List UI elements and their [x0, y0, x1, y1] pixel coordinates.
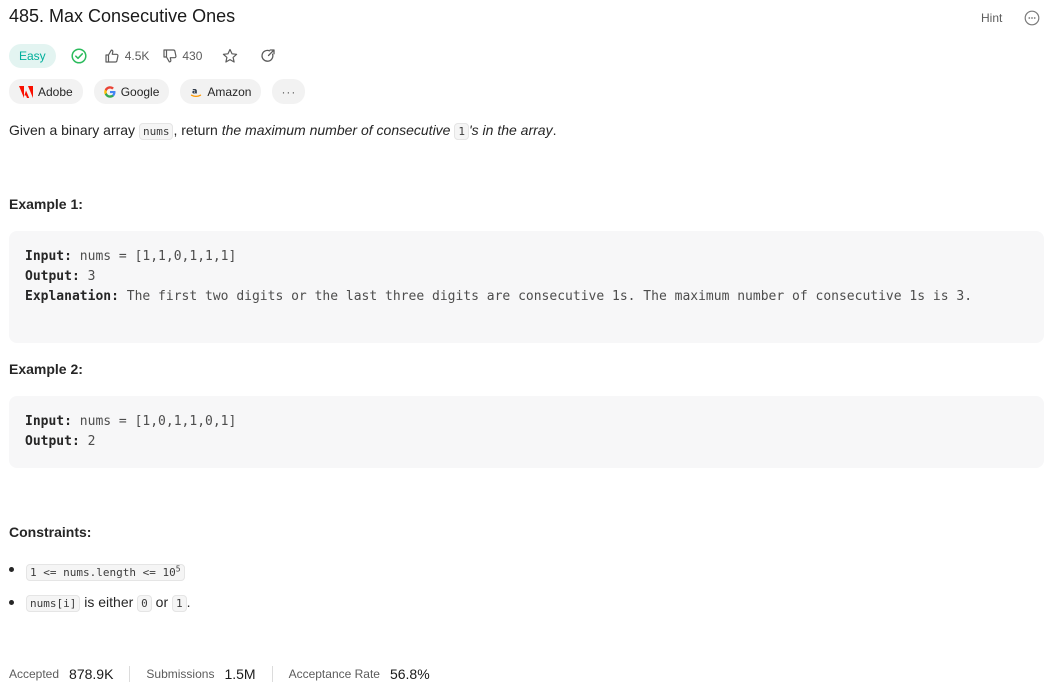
inline-code: nums[i] — [26, 595, 81, 612]
accepted-value: 878.9K — [69, 666, 114, 682]
inline-code: 1 — [454, 123, 469, 140]
constraint-item: 1 <= nums.length <= 105 — [9, 558, 191, 581]
company-tag-adobe[interactable]: Adobe — [9, 79, 83, 104]
favorite-button[interactable] — [221, 47, 239, 65]
example-2-heading: Example 2: — [9, 361, 83, 377]
example-output: Output: 2 — [25, 434, 96, 449]
constraints-heading: Constraints: — [9, 524, 92, 540]
dislike-count: 430 — [182, 49, 203, 63]
example-2-box: Input: nums = [1,0,1,1,0,1] Output: 2 — [9, 396, 1044, 468]
submission-stats: Accepted 878.9K Submissions 1.5M Accepta… — [9, 666, 430, 682]
constraint-item: nums[i] is either 0 or 1. — [9, 591, 191, 613]
solved-icon — [70, 47, 88, 65]
like-button[interactable]: 4.5K — [103, 47, 150, 65]
svg-text:a: a — [192, 86, 197, 95]
example-output: Output: 3 — [25, 269, 96, 284]
example-explanation: Explanation: The first two digits or the… — [25, 289, 973, 304]
problem-title: 485. Max Consecutive Ones — [9, 6, 236, 26]
example-input: Input: nums = [1,0,1,1,0,1] — [25, 414, 237, 429]
submissions-value: 1.5M — [224, 666, 256, 682]
dislike-button[interactable]: 430 — [161, 47, 202, 65]
share-button[interactable] — [259, 47, 277, 65]
acceptance-rate-label: Acceptance Rate — [288, 667, 380, 681]
example-input: Input: nums = [1,1,0,1,1,1] — [25, 249, 237, 264]
inline-code: 1 <= nums.length <= 105 — [26, 563, 185, 581]
like-count: 4.5K — [124, 49, 150, 63]
inline-code: nums — [138, 123, 174, 140]
more-companies-button[interactable]: ··· — [272, 79, 306, 104]
company-tag-amazon[interactable]: a Amazon — [180, 79, 262, 104]
share-icon — [261, 49, 276, 62]
problem-description: Given a binary array nums, return the ma… — [9, 122, 557, 140]
example-1-box: Input: nums = [1,1,0,1,1,1] Output: 3 Ex… — [9, 231, 1044, 343]
problem-meta-row: Easy 4.5K 430 — [9, 43, 277, 69]
constraints-list: 1 <= nums.length <= 105 nums[i] is eithe… — [9, 558, 191, 624]
stats-divider — [271, 666, 273, 682]
company-tag-google[interactable]: Google — [93, 79, 170, 104]
stats-divider — [129, 666, 131, 682]
inline-code: 0 — [137, 595, 152, 612]
more-options-icon[interactable] — [1024, 10, 1040, 26]
thumbs-up-icon — [105, 49, 119, 63]
acceptance-rate-value: 56.8% — [389, 666, 430, 682]
submissions-label: Submissions — [146, 667, 215, 681]
company-tags: Adobe Google a Amazon ··· — [9, 79, 306, 104]
accepted-label: Accepted — [9, 667, 60, 681]
difficulty-badge[interactable]: Easy — [9, 44, 56, 68]
google-logo-icon — [103, 85, 116, 98]
thumbs-down-icon — [163, 49, 177, 63]
example-1-heading: Example 1: — [9, 196, 83, 212]
inline-code: 1 — [172, 595, 187, 612]
hint-button[interactable]: Hint — [981, 11, 1002, 25]
adobe-logo-icon — [19, 85, 33, 98]
amazon-logo-icon: a — [191, 86, 202, 97]
star-icon — [223, 48, 238, 63]
